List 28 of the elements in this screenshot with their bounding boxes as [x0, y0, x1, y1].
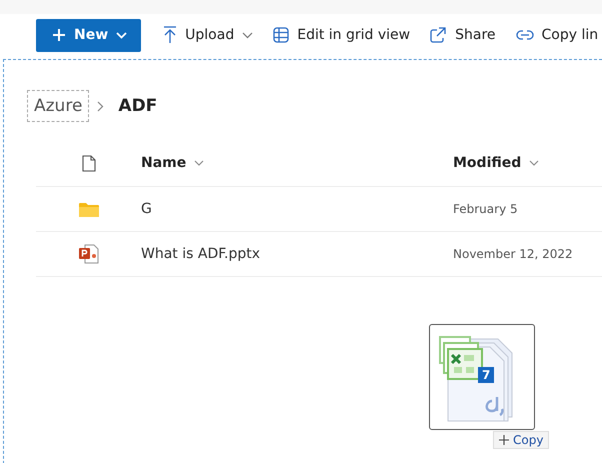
caret-icon: [194, 160, 204, 166]
plus-icon: [52, 28, 66, 42]
toolbar-button[interactable]: Copy lin: [506, 27, 602, 43]
breadcrumb-link[interactable]: ADF: [112, 91, 164, 121]
column-header[interactable]: Modified: [453, 155, 540, 171]
modified-date: November 12, 2022: [453, 247, 573, 261]
column-header[interactable]: Name: [141, 155, 453, 171]
toolbar-button[interactable]: Upload: [153, 26, 264, 44]
caret-icon: [529, 160, 540, 166]
toolbar-button[interactable]: Edit in grid view: [263, 27, 420, 43]
count-badge: 7: [478, 367, 494, 383]
plus-icon: [499, 435, 509, 445]
copy-tooltip: Copy: [493, 431, 550, 449]
folder-icon: [78, 202, 98, 216]
slides-file-icon: [78, 244, 100, 264]
share-icon: [430, 27, 448, 43]
link-icon: [516, 30, 534, 40]
chevron-icon: [97, 100, 104, 112]
new-button[interactable]: New: [36, 18, 142, 52]
grid-icon: [273, 27, 290, 43]
breadcrumb-link[interactable]: Azure: [27, 90, 90, 122]
upload-icon: [163, 26, 178, 44]
file-name[interactable]: What is ADF.pptx: [141, 246, 453, 262]
caret-icon: [116, 32, 128, 38]
file-icon: [82, 154, 96, 172]
modified-date: February 5: [453, 202, 518, 216]
toolbar-button[interactable]: Share: [420, 27, 506, 43]
file-name[interactable]: G: [141, 201, 453, 217]
